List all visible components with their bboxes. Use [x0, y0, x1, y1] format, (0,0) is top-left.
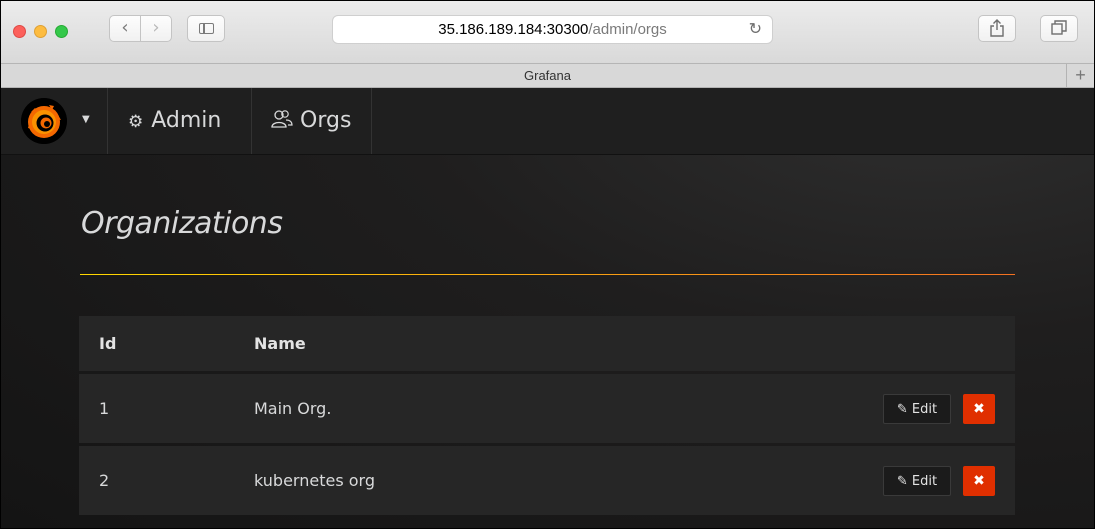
title-divider: [80, 274, 1015, 275]
delete-button[interactable]: ✖: [963, 465, 995, 496]
delete-button[interactable]: ✖: [963, 393, 995, 424]
back-button[interactable]: ‹: [109, 15, 141, 42]
edit-button-label: Edit: [911, 401, 938, 417]
minimize-window-button[interactable]: [34, 25, 47, 38]
table-row[interactable]: 2 kubernetes org ✎ Edit ✖: [79, 446, 1015, 515]
address-bar[interactable]: 35.186.189.184:30300/admin/orgs ↻: [332, 15, 773, 44]
close-icon: ✖: [973, 472, 985, 489]
edit-button[interactable]: ✎ Edit: [883, 393, 951, 424]
edit-icon: ✎: [896, 473, 908, 489]
column-header-actions: [617, 316, 1015, 371]
breadcrumb-orgs[interactable]: Orgs: [252, 88, 372, 154]
org-id-cell[interactable]: 2: [79, 446, 254, 515]
organizations-table: Id Name 1 Main Org. ✎ Edit ✖ 2 kubernetes…: [79, 313, 1015, 518]
caret-down-icon: ▼: [82, 114, 90, 125]
org-name-cell[interactable]: Main Org.: [254, 374, 618, 443]
chevron-right-icon: ›: [152, 17, 160, 38]
breadcrumb-orgs-label: Orgs: [300, 108, 352, 133]
share-button[interactable]: [978, 15, 1016, 42]
tab-title[interactable]: Grafana: [524, 68, 571, 83]
grafana-menu-button[interactable]: ▼: [1, 88, 108, 154]
reload-icon[interactable]: ↻: [749, 16, 762, 43]
top-nav: ▼ ⚙ Admin Orgs: [1, 88, 1094, 155]
close-icon: ✖: [973, 400, 985, 417]
window-controls: [13, 23, 76, 42]
row-actions: ✎ Edit ✖: [617, 374, 1015, 443]
users-icon: [271, 110, 293, 128]
edit-button-label: Edit: [911, 473, 938, 489]
column-header-name: Name: [254, 316, 618, 371]
screen: ‹ › 35.186.189.184:30300/admin/orgs ↻ Gr…: [0, 0, 1095, 529]
edit-button[interactable]: ✎ Edit: [883, 465, 951, 496]
tab-bar: Grafana +: [1, 64, 1094, 88]
sidebar-toggle-button[interactable]: [187, 15, 225, 42]
breadcrumb-admin-label: Admin: [151, 108, 222, 133]
forward-button[interactable]: ›: [140, 15, 172, 42]
table-header-row: Id Name: [79, 316, 1015, 371]
grafana-app: ▼ ⚙ Admin Orgs Organizations Id Name 1 M…: [1, 88, 1094, 528]
page-title: Organizations: [81, 206, 283, 241]
tabs-icon: [1051, 20, 1067, 35]
share-icon: [990, 19, 1004, 37]
table-row[interactable]: 1 Main Org. ✎ Edit ✖: [79, 374, 1015, 443]
url-path: /admin/orgs: [588, 21, 667, 38]
edit-icon: ✎: [896, 401, 908, 417]
org-id-cell[interactable]: 1: [79, 374, 254, 443]
row-actions: ✎ Edit ✖: [617, 446, 1015, 515]
close-window-button[interactable]: [13, 25, 26, 38]
show-tabs-button[interactable]: [1040, 15, 1078, 42]
grafana-logo-icon: [21, 98, 67, 144]
org-name-cell[interactable]: kubernetes org: [254, 446, 618, 515]
cogs-icon: ⚙: [128, 112, 144, 132]
chevron-left-icon: ‹: [121, 17, 129, 38]
zoom-window-button[interactable]: [55, 25, 68, 38]
browser-toolbar: ‹ › 35.186.189.184:30300/admin/orgs ↻: [1, 1, 1094, 64]
breadcrumb-admin[interactable]: ⚙ Admin: [108, 88, 252, 154]
column-header-id: Id: [79, 316, 254, 371]
url-host: 35.186.189.184:30300: [438, 21, 589, 38]
new-tab-button[interactable]: +: [1066, 64, 1094, 87]
sidebar-icon: [199, 23, 214, 34]
